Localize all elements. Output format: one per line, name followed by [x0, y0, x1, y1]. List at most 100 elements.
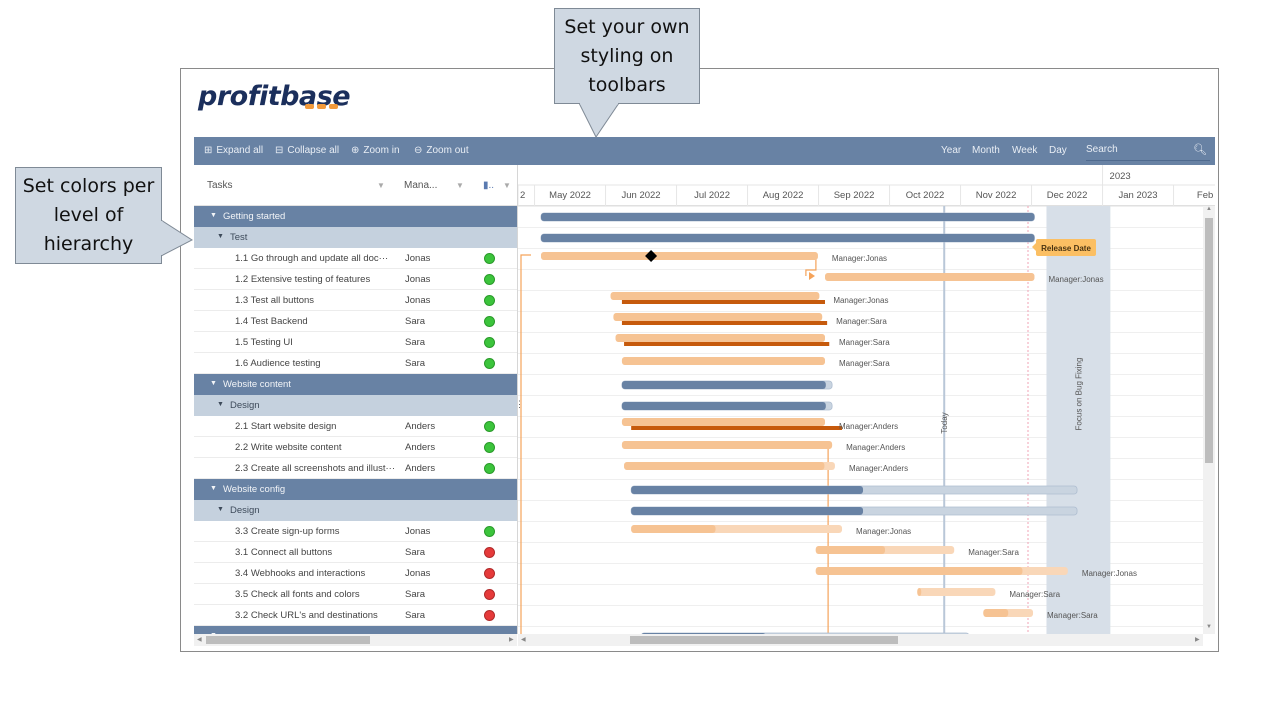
status-indicator-green [484, 421, 495, 432]
task-manager: Jonas [405, 253, 431, 264]
bar-manager-label: Manager:Jonas [1082, 569, 1137, 578]
task-name: 3.5 Check all fonts and colors [235, 589, 360, 600]
subgroup-row[interactable]: ▼ Design [194, 500, 517, 521]
summary-bar-progress [541, 213, 1035, 221]
bar-manager-label: Manager:Sara [836, 317, 887, 326]
baseline-bar [621, 300, 825, 304]
status-indicator-green [484, 526, 495, 537]
task-row[interactable]: 3.1 Connect all buttons Sara [194, 542, 517, 563]
column-header-status[interactable]: ▮.. [483, 180, 494, 191]
tasks-filter-icon[interactable]: ▼ [377, 181, 385, 190]
task-manager: Anders [405, 421, 436, 432]
expand-caret-icon[interactable]: ▼ [217, 401, 224, 408]
expand-caret-icon[interactable]: ▼ [210, 380, 217, 387]
expand-all-button[interactable]: ⊞ Expand all [204, 145, 263, 156]
task-row[interactable]: 1.5 Testing UI Sara [194, 332, 517, 353]
task-row[interactable]: 1.2 Extensive testing of features Jonas [194, 269, 517, 290]
expand-caret-icon[interactable]: ▼ [210, 485, 217, 492]
month-label: Aug 2022 [763, 190, 804, 201]
task-row[interactable]: 3.3 Create sign-up forms Jonas [194, 521, 517, 542]
grid-rows: ▼ Getting started ▼ Test 1.1 Go through and … [194, 206, 517, 645]
task-name: 3.3 Create sign-up forms [235, 526, 340, 537]
status-filter-icon[interactable]: ▼ [503, 181, 511, 190]
chart-vertical-scrollbar[interactable]: ▲ ▼ [1203, 206, 1215, 634]
bar-manager-label: Manager:Sara [839, 359, 890, 368]
column-header-tasks[interactable]: Tasks [207, 180, 233, 191]
task-manager: Sara [405, 316, 426, 327]
status-indicator-green [484, 442, 495, 453]
summary-bar-progress [621, 402, 826, 410]
view-day-button[interactable]: Day [1049, 145, 1067, 156]
dependency-arrow-icon [809, 272, 815, 280]
task-bar[interactable] [917, 588, 996, 596]
zoom-out-button[interactable]: ⊖ Zoom out [414, 145, 469, 156]
group-row[interactable]: ▼ Website config [194, 479, 517, 500]
task-row[interactable]: 3.5 Check all fonts and colors Sara [194, 584, 517, 605]
task-bar-progress [624, 462, 825, 470]
scroll-up-icon[interactable]: ▲ [1206, 206, 1212, 212]
task-row[interactable]: 1.1 Go through and update all doc··· Jona… [194, 248, 517, 269]
task-manager: Sara [405, 547, 426, 558]
scroll-right-icon[interactable]: ▶ [509, 636, 514, 643]
task-manager: Jonas [405, 568, 431, 579]
subgroup-row[interactable]: ▼ Design [194, 395, 517, 416]
grid-horizontal-scrollbar[interactable]: ◀ ▶ [194, 634, 517, 646]
task-row[interactable]: 3.2 Check URL's and destinations Sara [194, 605, 517, 626]
month-label: Oct 2022 [906, 190, 945, 201]
search-icon[interactable]: 🔍︎ [1193, 143, 1207, 156]
task-row[interactable]: 2.2 Write website content Anders [194, 437, 517, 458]
chart-horizontal-scrollbar[interactable]: ◀ ▶ [518, 634, 1203, 646]
task-name: 1.5 Testing UI [235, 337, 293, 348]
expand-caret-icon[interactable]: ▼ [210, 212, 217, 219]
chart-scroll-left-icon[interactable]: ◀ [521, 636, 526, 643]
task-row[interactable]: 1.6 Audience testing Sara [194, 353, 517, 374]
view-year-button[interactable]: Year [941, 145, 961, 156]
view-week-button[interactable]: Week [1012, 145, 1037, 156]
expand-caret-icon[interactable]: ▼ [217, 506, 224, 513]
vertical-scroll-thumb[interactable] [1205, 218, 1213, 463]
task-name: 3.2 Check URL's and destinations [235, 610, 378, 621]
chart-scroll-thumb[interactable] [630, 636, 898, 644]
task-bar-progress [917, 588, 922, 596]
task-manager: Jonas [405, 295, 431, 306]
expand-icon: ⊞ [204, 145, 213, 156]
zoom-out-label: Zoom out [426, 145, 469, 156]
task-row[interactable]: 2.3 Create all screenshots and illust···… [194, 458, 517, 479]
task-manager: Jonas [405, 274, 431, 285]
grid-scroll-thumb[interactable] [206, 636, 370, 644]
month-label: Nov 2022 [976, 190, 1017, 201]
month-label: 2 [520, 190, 525, 201]
baseline-bar [621, 321, 828, 325]
expand-caret-icon[interactable]: ▼ [217, 233, 224, 240]
task-row[interactable]: 3.4 Webhooks and interactions Jonas [194, 563, 517, 584]
status-indicator-red [484, 610, 495, 621]
task-name: Test [230, 232, 248, 243]
collapse-icon: ⊟ [275, 145, 284, 156]
collapse-all-button[interactable]: ⊟ Collapse all [275, 145, 339, 156]
task-bar-progress [815, 567, 1023, 575]
scroll-left-icon[interactable]: ◀ [197, 636, 202, 643]
month-label: Feb 2 [1197, 190, 1215, 201]
task-manager: Sara [405, 337, 426, 348]
chart-scroll-right-icon[interactable]: ▶ [1195, 636, 1200, 643]
milestone-diamond-icon[interactable] [645, 250, 658, 262]
group-row[interactable]: ▼ Getting started [194, 206, 517, 227]
view-month-button[interactable]: Month [972, 145, 1000, 156]
task-row[interactable]: 1.3 Test all buttons Jonas [194, 290, 517, 311]
task-row[interactable]: 2.1 Start website design Anders [194, 416, 517, 437]
status-indicator-green [484, 463, 495, 474]
group-row[interactable]: ▼ Website content [194, 374, 517, 395]
manager-filter-icon[interactable]: ▼ [456, 181, 464, 190]
zoom-in-button[interactable]: ⊕ Zoom in [351, 145, 400, 156]
column-header-manager[interactable]: Mana... [404, 180, 437, 191]
task-manager: Sara [405, 358, 426, 369]
status-indicator-red [484, 589, 495, 600]
search-input[interactable] [1086, 144, 1186, 155]
task-manager: Anders [405, 442, 436, 453]
subgroup-row[interactable]: ▼ Test [194, 227, 517, 248]
bar-manager-label: Manager:Jonas [832, 254, 887, 263]
task-row[interactable]: 1.4 Test Backend Sara [194, 311, 517, 332]
month-label: Dec 2022 [1047, 190, 1088, 201]
scroll-down-icon[interactable]: ▼ [1206, 624, 1212, 630]
callout-toolbar-styling: Set your own styling on toolbars [554, 8, 700, 104]
